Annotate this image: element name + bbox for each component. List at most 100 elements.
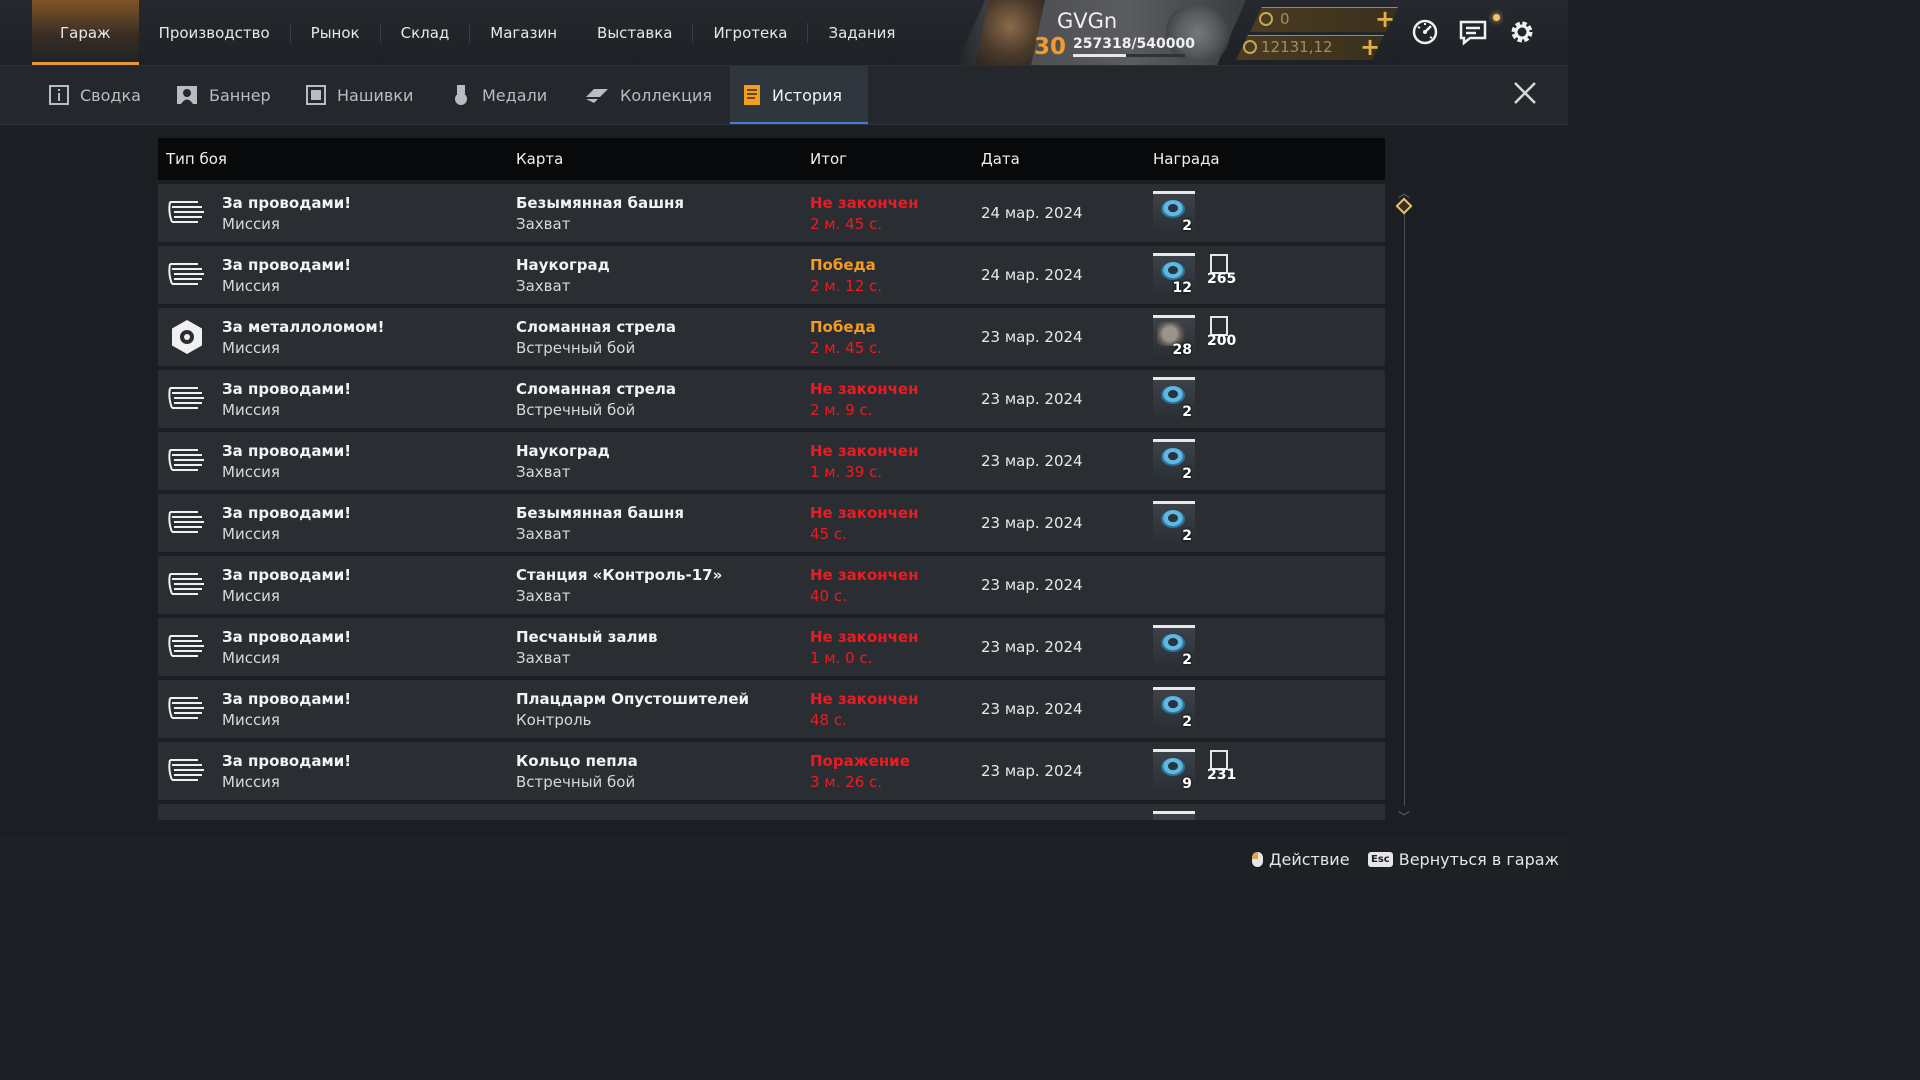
coins-currency-icon [1243, 40, 1257, 54]
wires-icon [168, 504, 206, 542]
battle-history-table: Тип боя Карта Итог Дата Награда За прово… [158, 138, 1385, 820]
battle-mode-type: Миссия [222, 463, 280, 481]
reward-item-count: 2 [1182, 528, 1192, 544]
gear-icon[interactable] [1507, 17, 1537, 47]
tab-collection[interactable]: Коллекция [572, 66, 728, 124]
tab-summary[interactable]: Сводка [36, 66, 157, 124]
battle-duration: 45 с. [810, 525, 847, 543]
map-name: Плацдарм Опустошителей [516, 690, 749, 708]
map-name: Сломанная стрела [516, 380, 676, 398]
reward-item[interactable]: 2 [1153, 191, 1195, 234]
nav-item-5[interactable]: Выставка [577, 0, 692, 65]
nav-item-4[interactable]: Магазин [470, 0, 577, 65]
tab-banner[interactable]: Баннер [163, 66, 287, 124]
reward-item[interactable] [1153, 811, 1195, 820]
table-row[interactable]: За проводами! Миссия Безымянная башня Захва… [158, 184, 1385, 242]
add-coins-button[interactable]: + [1360, 35, 1380, 59]
column-header-date[interactable]: Дата [981, 150, 1020, 168]
back-to-garage-hint[interactable]: Esc Вернуться в гараж [1368, 850, 1559, 869]
map-game-mode: Встречный бой [516, 401, 636, 419]
reward-item[interactable]: 2 [1153, 501, 1195, 544]
battle-mode-name: За проводами! [222, 442, 352, 460]
action-hint[interactable]: Действие [1252, 850, 1350, 869]
battle-date: 23 мар. 2024 [981, 328, 1083, 346]
table-row[interactable]: За проводами! Миссия Плацдарм Опустошителе… [158, 680, 1385, 738]
tab-history[interactable]: История [730, 66, 868, 124]
map-game-mode: Захват [516, 587, 571, 605]
reward-item-count: 28 [1172, 342, 1192, 358]
battle-date: 23 мар. 2024 [981, 638, 1083, 656]
tab-history-label: История [772, 85, 843, 105]
wires-icon [168, 256, 206, 294]
map-game-mode: Захват [516, 215, 571, 233]
battle-duration: 2 м. 9 с. [810, 401, 873, 419]
battle-duration: 2 м. 12 с. [810, 277, 883, 295]
reward-item[interactable]: 2 [1153, 439, 1195, 482]
table-row[interactable]: За проводами! Миссия Безымянная башня Захва… [158, 494, 1385, 552]
battle-mode-type: Миссия [222, 773, 280, 791]
reward-item-count: 2 [1182, 218, 1192, 234]
scroll-down-icon[interactable]: ﹀ [1398, 808, 1410, 825]
speedometer-icon[interactable] [1410, 17, 1440, 47]
map-name: Песчаный залив [516, 628, 658, 646]
table-row[interactable] [158, 804, 1385, 820]
table-row[interactable]: За проводами! Миссия Наукоград Захват Победа… [158, 246, 1385, 304]
column-header-reward[interactable]: Награда [1153, 150, 1220, 168]
reward-item[interactable]: 2 [1153, 377, 1195, 420]
wire-coil-icon [1161, 200, 1185, 218]
close-icon[interactable] [1512, 80, 1538, 106]
wire-coil-icon [1161, 634, 1185, 652]
reward-item[interactable]: 12 [1153, 253, 1195, 296]
battle-result: Победа [810, 256, 876, 274]
reward-item[interactable]: 9 [1153, 749, 1195, 792]
reward-item-count: 9 [1182, 776, 1192, 792]
battle-result: Не закончен [810, 442, 919, 460]
wire-coil-icon [1161, 448, 1185, 466]
battle-mode-name: За проводами! [222, 380, 352, 398]
tab-patches-label: Нашивки [337, 85, 414, 105]
nav-item-2[interactable]: Рынок [291, 0, 380, 65]
table-row[interactable]: За проводами! Миссия Песчаный залив Захват Н… [158, 618, 1385, 676]
column-header-map[interactable]: Карта [516, 150, 563, 168]
battle-duration: 1 м. 0 с. [810, 649, 873, 667]
chat-icon[interactable] [1458, 17, 1488, 47]
mouse-left-click-icon [1252, 852, 1263, 867]
xp-progress-bar [1073, 54, 1185, 57]
battle-result: Поражение [810, 752, 910, 770]
table-row[interactable]: За проводами! Миссия Сломанная стрела Встре… [158, 370, 1385, 428]
tab-medals-label: Медали [482, 85, 548, 105]
battle-duration: 48 с. [810, 711, 847, 729]
table-row[interactable]: За проводами! Миссия Кольцо пепла Встречный… [158, 742, 1385, 800]
battle-date: 23 мар. 2024 [981, 390, 1083, 408]
profile-subtabs: Сводка Баннер Нашивки Медали Коллекция И… [0, 66, 1568, 125]
map-name: Кольцо пепла [516, 752, 638, 770]
column-header-type[interactable]: Тип боя [166, 150, 227, 168]
battle-date: 23 мар. 2024 [981, 514, 1083, 532]
nav-item-6[interactable]: Игротека [693, 0, 807, 65]
nav-item-0[interactable]: Гараж [32, 0, 139, 65]
table-row[interactable]: За проводами! Миссия Наукоград Захват Не зак… [158, 432, 1385, 490]
reward-xp-count: 231 [1207, 767, 1237, 783]
back-to-garage-label: Вернуться в гараж [1398, 850, 1559, 869]
nav-item-3[interactable]: Склад [381, 0, 470, 65]
reward-item-count: 2 [1182, 714, 1192, 730]
add-gold-button[interactable]: + [1375, 7, 1395, 31]
battle-mode-name: За проводами! [222, 566, 352, 584]
battle-duration: 2 м. 45 с. [810, 339, 883, 357]
reward-item[interactable]: 28 [1153, 315, 1195, 358]
scrap-icon [168, 318, 206, 356]
nav-item-7[interactable]: Задания [808, 0, 915, 65]
esc-key-icon: Esc [1368, 852, 1393, 867]
nav-item-1[interactable]: Производство [139, 0, 290, 65]
reward-item[interactable]: 2 [1153, 625, 1195, 668]
scrollbar-track[interactable] [1404, 200, 1405, 806]
table-row[interactable]: За проводами! Миссия Станция «Контроль-17»… [158, 556, 1385, 614]
table-row[interactable]: За металлоломом! Миссия Сломанная стрела Вс… [158, 308, 1385, 366]
column-header-result[interactable]: Итог [810, 150, 847, 168]
wires-icon [168, 628, 206, 666]
action-hint-label: Действие [1269, 850, 1350, 869]
battle-result: Не закончен [810, 628, 919, 646]
tab-patches[interactable]: Нашивки [293, 66, 429, 124]
tab-medals[interactable]: Медали [438, 66, 563, 124]
reward-item[interactable]: 2 [1153, 687, 1195, 730]
